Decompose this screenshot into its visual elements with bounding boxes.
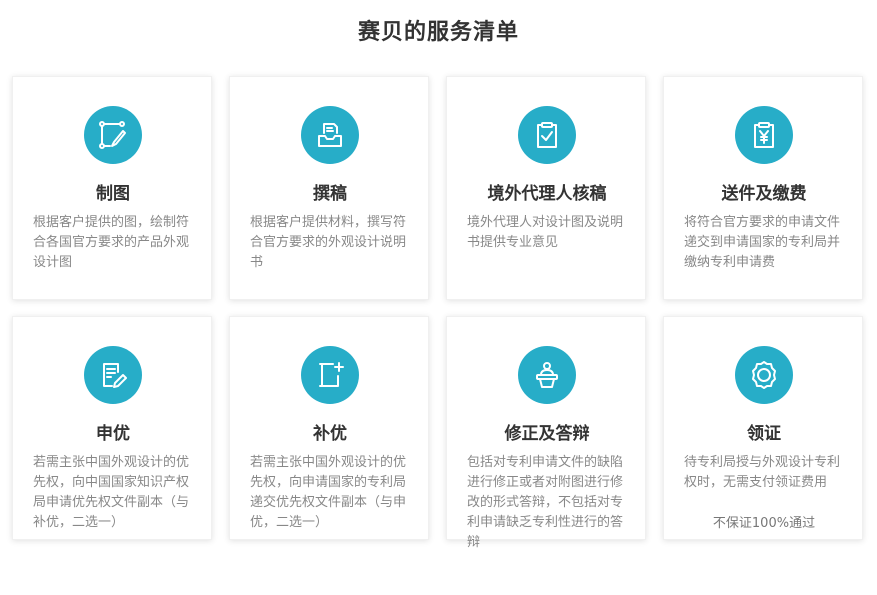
service-title: 申优 — [96, 424, 130, 444]
add-document-icon — [301, 346, 359, 404]
edit-document-icon — [84, 346, 142, 404]
service-description: 根据客户提供材料，撰写符合官方要求的外观设计说明书 — [250, 215, 407, 270]
clipboard-check-icon — [518, 106, 576, 164]
draw-square-pen-icon — [84, 106, 142, 164]
service-card-correction-defense[interactable]: 修正及答辩 包括对专利申请文件的缺陷进行修正或者对附图进行修改的形式答辩，不包括… — [446, 316, 646, 550]
guarantee-note: 不保证100%通过 — [712, 516, 816, 531]
service-description: 若需主张中国外观设计的优先权，向中国国家知识产权局申请优先权文件副本（与补优，二… — [33, 455, 190, 530]
certificate-badge-icon — [735, 346, 793, 404]
service-title: 境外代理人核稿 — [487, 184, 607, 204]
service-description: 将符合官方要求的申请文件递交到申请国家的专利局并缴纳专利申请费 — [684, 215, 841, 270]
inbox-document-icon — [301, 106, 359, 164]
service-description: 若需主张中国外观设计的优先权，向申请国家的专利局递交优先权文件副本（与申优，二选… — [250, 455, 407, 530]
service-card-review[interactable]: 境外代理人核稿 境外代理人对设计图及说明书提供专业意见 — [446, 76, 646, 300]
service-title: 领证 — [747, 424, 781, 444]
service-title: 修正及答辩 — [504, 424, 590, 444]
service-card-priority-apply[interactable]: 申优 若需主张中国外观设计的优先权，向中国国家知识产权局申请优先权文件副本（与补… — [12, 316, 212, 540]
service-description: 待专利局授与外观设计专利权时，无需支付领证费用 — [684, 455, 841, 490]
speaker-podium-icon — [518, 346, 576, 404]
service-card-certificate[interactable]: 领证 待专利局授与外观设计专利权时，无需支付领证费用 不保证100%通过 — [663, 316, 863, 540]
service-description: 包括对专利申请文件的缺陷进行修正或者对附图进行修改的形式答辩，不包括对专利申请缺… — [467, 455, 624, 550]
service-card-filing-fees[interactable]: 送件及缴费 将符合官方要求的申请文件递交到申请国家的专利局并缴纳专利申请费 — [663, 76, 863, 300]
service-title: 撰稿 — [313, 184, 347, 204]
service-description: 根据客户提供的图，绘制符合各国官方要求的产品外观设计图 — [33, 215, 190, 270]
page-title: 赛贝的服务清单 — [357, 20, 519, 45]
service-card-drafting[interactable]: 撰稿 根据客户提供材料，撰写符合官方要求的外观设计说明书 — [229, 76, 429, 300]
yen-document-icon — [735, 106, 793, 164]
service-card-drawing[interactable]: 制图 根据客户提供的图，绘制符合各国官方要求的产品外观设计图 — [12, 76, 212, 300]
service-card-priority-supplement[interactable]: 补优 若需主张中国外观设计的优先权，向申请国家的专利局递交优先权文件副本（与申优… — [229, 316, 429, 540]
service-title: 补优 — [313, 424, 347, 444]
service-description: 境外代理人对设计图及说明书提供专业意见 — [467, 215, 624, 250]
service-title: 制图 — [96, 184, 130, 204]
service-title: 送件及缴费 — [721, 184, 807, 204]
